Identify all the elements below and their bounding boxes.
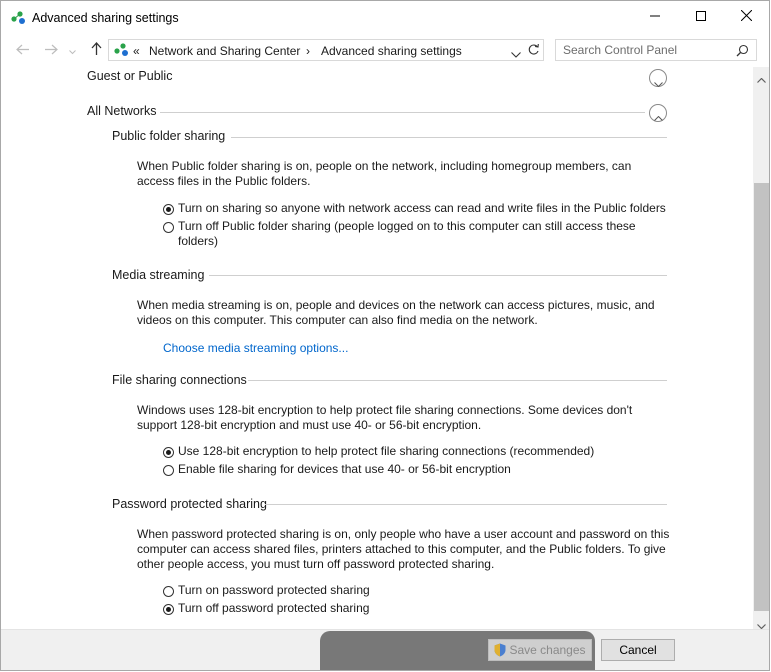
collapse-all-networks-button[interactable] <box>649 104 667 122</box>
public-folder-description-line1: When Public folder sharing is on, people… <box>137 159 632 173</box>
divider <box>231 137 667 138</box>
public-folder-off-radio[interactable] <box>163 222 174 233</box>
scrollbar-thumb[interactable] <box>754 183 769 611</box>
password-sharing-description-line2: computer can access shared files, printe… <box>137 542 666 556</box>
public-folder-description-line2: access files in the Public folders. <box>137 174 311 188</box>
divider <box>265 504 667 505</box>
cancel-label: Cancel <box>619 643 657 657</box>
media-streaming-description-line2: videos on this computer. This computer c… <box>137 313 538 327</box>
window: Advanced sharing settings « Network and … <box>0 0 770 671</box>
address-bar[interactable]: « Network and Sharing Center › Advanced … <box>108 39 544 61</box>
shield-icon <box>494 643 506 657</box>
minimize-icon <box>650 10 660 24</box>
recent-locations-button[interactable] <box>65 40 79 60</box>
cancel-button[interactable]: Cancel <box>601 639 675 661</box>
search-box <box>555 39 757 61</box>
maximize-icon <box>696 10 706 24</box>
password-sharing-description-line3: other people access, you must turn off p… <box>137 557 495 571</box>
network-location-icon <box>114 43 130 60</box>
title-bar: Advanced sharing settings <box>1 1 769 35</box>
breadcrumb-network-and-sharing-center[interactable]: Network and Sharing Center <box>149 44 300 58</box>
password-sharing-off-radio[interactable] <box>163 604 174 615</box>
encryption-128-label[interactable]: Use 128-bit encryption to help protect f… <box>178 444 594 459</box>
save-changes-button[interactable]: Save changes <box>488 639 592 661</box>
chevron-down-icon <box>68 42 76 58</box>
encryption-40-56-radio[interactable] <box>163 465 174 476</box>
refresh-icon[interactable] <box>527 43 540 59</box>
forward-button[interactable] <box>41 40 61 60</box>
divider <box>209 275 667 276</box>
expand-guest-public-button[interactable] <box>649 69 667 90</box>
media-streaming-heading: Media streaming <box>112 268 205 282</box>
file-sharing-connections-heading: File sharing connections <box>112 373 247 387</box>
public-folder-off-label-line2[interactable]: folders) <box>178 234 218 249</box>
public-folder-on-radio[interactable] <box>163 204 174 215</box>
arrow-left-icon <box>15 42 29 58</box>
encryption-40-56-label[interactable]: Enable file sharing for devices that use… <box>178 462 511 477</box>
public-folder-sharing-heading: Public folder sharing <box>112 129 226 143</box>
close-button[interactable] <box>723 1 769 33</box>
divider <box>160 112 645 113</box>
file-sharing-description-line1: Windows uses 128-bit encryption to help … <box>137 403 633 417</box>
search-icon[interactable] <box>736 44 749 60</box>
chevron-up-icon <box>654 110 663 124</box>
address-dropdown-icon[interactable] <box>511 47 521 61</box>
media-streaming-options-link[interactable]: Choose media streaming options... <box>163 341 348 356</box>
back-button[interactable] <box>12 40 32 60</box>
search-input[interactable] <box>563 42 733 58</box>
maximize-button[interactable] <box>678 1 724 33</box>
up-button[interactable] <box>86 40 106 60</box>
network-app-icon <box>11 11 27 25</box>
window-title: Advanced sharing settings <box>32 11 179 25</box>
file-sharing-description-line2: support 128-bit encryption and must use … <box>137 418 482 432</box>
save-changes-label: Save changes <box>509 643 586 657</box>
media-streaming-description-line1: When media streaming is on, people and d… <box>137 298 655 312</box>
public-folder-off-label-line1[interactable]: Turn off Public folder sharing (people l… <box>178 219 636 234</box>
vertical-scrollbar[interactable] <box>753 67 769 630</box>
password-sharing-on-label[interactable]: Turn on password protected sharing <box>178 583 370 598</box>
breadcrumb-separator-icon: › <box>306 44 310 58</box>
settings-content: Guest or Public All Networks Public fold… <box>1 67 753 629</box>
password-sharing-on-radio[interactable] <box>163 586 174 597</box>
scroll-up-icon[interactable] <box>757 72 766 86</box>
password-protected-sharing-heading: Password protected sharing <box>112 497 267 511</box>
all-networks-heading[interactable]: All Networks <box>87 104 156 119</box>
password-sharing-description-line1: When password protected sharing is on, o… <box>137 527 670 541</box>
password-sharing-off-label[interactable]: Turn off password protected sharing <box>178 601 369 616</box>
minimize-button[interactable] <box>632 1 678 33</box>
encryption-128-radio[interactable] <box>163 447 174 458</box>
public-folder-on-label[interactable]: Turn on sharing so anyone with network a… <box>178 201 666 216</box>
guest-public-heading[interactable]: Guest or Public <box>87 69 172 84</box>
breadcrumb-overflow[interactable]: « <box>133 44 140 58</box>
chevron-down-icon <box>654 76 663 90</box>
divider <box>248 380 667 381</box>
close-icon <box>740 9 752 24</box>
breadcrumb-advanced-sharing-settings[interactable]: Advanced sharing settings <box>321 44 462 58</box>
arrow-up-icon <box>91 42 102 58</box>
arrow-right-icon <box>44 42 58 58</box>
